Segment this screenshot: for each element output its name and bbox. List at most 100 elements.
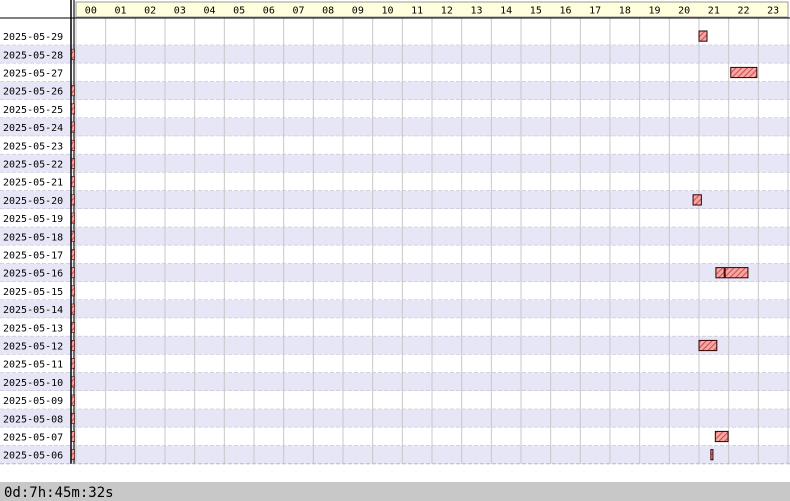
hour-header: 00 01 02 03 04 05 06 07 08 09 10 11 12 13 14 15 16 17 18 19… [0, 1, 790, 19]
day-label: 2025-05-24 [3, 123, 63, 134]
day-edge-marks [71, 48, 75, 461]
footer: 0d:7h:45m:32s [0, 482, 790, 501]
day-edge-mark [71, 249, 75, 260]
hour-tick-label: 14 [500, 6, 512, 17]
hour-tick-label: 09 [352, 6, 364, 17]
day-label: 2025-05-07 [3, 433, 63, 444]
hour-tick-label: 10 [381, 6, 393, 17]
activity-bar [714, 430, 729, 443]
activity-bar [698, 339, 718, 352]
hour-tick-label: 12 [441, 6, 453, 17]
day-row [0, 136, 790, 155]
day-row [0, 300, 790, 319]
hour-tick-label: 19 [648, 6, 660, 17]
day-label: 2025-05-21 [3, 178, 63, 189]
day-edge-mark [71, 267, 75, 279]
day-label: 2025-05-29 [3, 32, 63, 43]
day-edge-mark [71, 139, 75, 151]
day-edge-mark [71, 431, 75, 442]
day-row [0, 354, 790, 373]
day-label: 2025-05-25 [3, 105, 63, 116]
day-row [0, 99, 790, 118]
hour-tick-label: 15 [530, 6, 542, 17]
hour-tick-label: 02 [144, 6, 156, 17]
day-label: 2025-05-14 [3, 305, 63, 316]
day-label: 2025-05-09 [3, 396, 63, 407]
hour-tick-label: 21 [708, 6, 720, 17]
activity-bar [710, 449, 714, 461]
day-rows [0, 27, 790, 465]
day-label: 2025-05-12 [3, 342, 63, 353]
hour-tick-label: 13 [470, 6, 482, 17]
day-row [0, 227, 790, 246]
day-row [0, 172, 790, 191]
day-label: 2025-05-23 [3, 141, 63, 152]
day-edge-mark [71, 212, 75, 224]
hour-tick-label: 03 [174, 6, 186, 17]
daily-activity-chart: 00 01 02 03 04 05 06 07 08 09 10 11 12 13 14 15 16 17 18 19… [0, 0, 790, 501]
hour-tick-label: 05 [233, 6, 245, 17]
day-edge-mark [71, 449, 75, 461]
day-label: 2025-05-06 [3, 451, 63, 462]
day-label: 2025-05-20 [3, 196, 63, 207]
hour-tick-label: 18 [619, 6, 631, 17]
day-row [0, 118, 790, 137]
day-label: 2025-05-11 [3, 360, 63, 371]
day-edge-mark [71, 103, 75, 115]
day-edge-mark [71, 376, 75, 388]
activity-bar [724, 267, 749, 279]
day-row [0, 63, 790, 82]
day-edge-mark [71, 194, 75, 206]
day-label: 2025-05-13 [3, 323, 63, 334]
activity-bar [698, 30, 708, 42]
day-row [0, 427, 790, 446]
hour-tick-label: 04 [203, 6, 215, 17]
day-label: 2025-05-17 [3, 251, 63, 262]
hour-tick-label: 07 [292, 6, 304, 17]
day-row [0, 372, 790, 391]
day-label: 2025-05-22 [3, 160, 63, 171]
day-label: 2025-05-27 [3, 69, 63, 80]
day-edge-mark [71, 158, 75, 169]
hour-tick-label: 06 [263, 6, 275, 17]
day-edge-mark [71, 285, 75, 297]
day-row [0, 409, 790, 428]
day-edge-mark [71, 303, 75, 315]
day-edge-mark [71, 358, 75, 370]
day-edge-mark [71, 48, 75, 60]
day-label: 2025-05-16 [3, 269, 63, 280]
day-edge-mark [71, 340, 75, 351]
day-row [0, 27, 790, 46]
day-row [0, 391, 790, 410]
footer-background [0, 482, 790, 501]
day-row [0, 209, 790, 228]
day-row [0, 263, 790, 282]
day-row [0, 81, 790, 100]
activity-bar [692, 194, 702, 206]
hour-tick-label: 11 [411, 6, 423, 17]
total-duration-label: 0d:7h:45m:32s [4, 485, 114, 501]
day-edge-mark [71, 230, 75, 242]
day-label: 2025-05-19 [3, 214, 63, 225]
day-edge-mark [71, 176, 75, 188]
day-row [0, 45, 790, 64]
day-label: 2025-05-28 [3, 50, 63, 61]
day-label: 2025-05-10 [3, 378, 63, 389]
day-edge-mark [71, 394, 75, 406]
day-label: 2025-05-08 [3, 414, 63, 425]
hour-tick-label: 17 [589, 6, 601, 17]
day-edge-mark [71, 321, 75, 333]
hour-tick-label: 08 [322, 6, 334, 17]
day-row [0, 336, 790, 355]
day-edge-mark [71, 121, 75, 133]
activity-bar [715, 267, 725, 279]
day-row [0, 245, 790, 264]
day-label: 2025-05-26 [3, 87, 63, 98]
hour-tick-label: 22 [737, 6, 749, 17]
day-row [0, 190, 790, 209]
hour-tick-label: 01 [114, 6, 126, 17]
day-row [0, 154, 790, 173]
day-label: 2025-05-15 [3, 287, 63, 298]
hour-tick-label: 00 [85, 6, 97, 17]
day-row [0, 281, 790, 300]
